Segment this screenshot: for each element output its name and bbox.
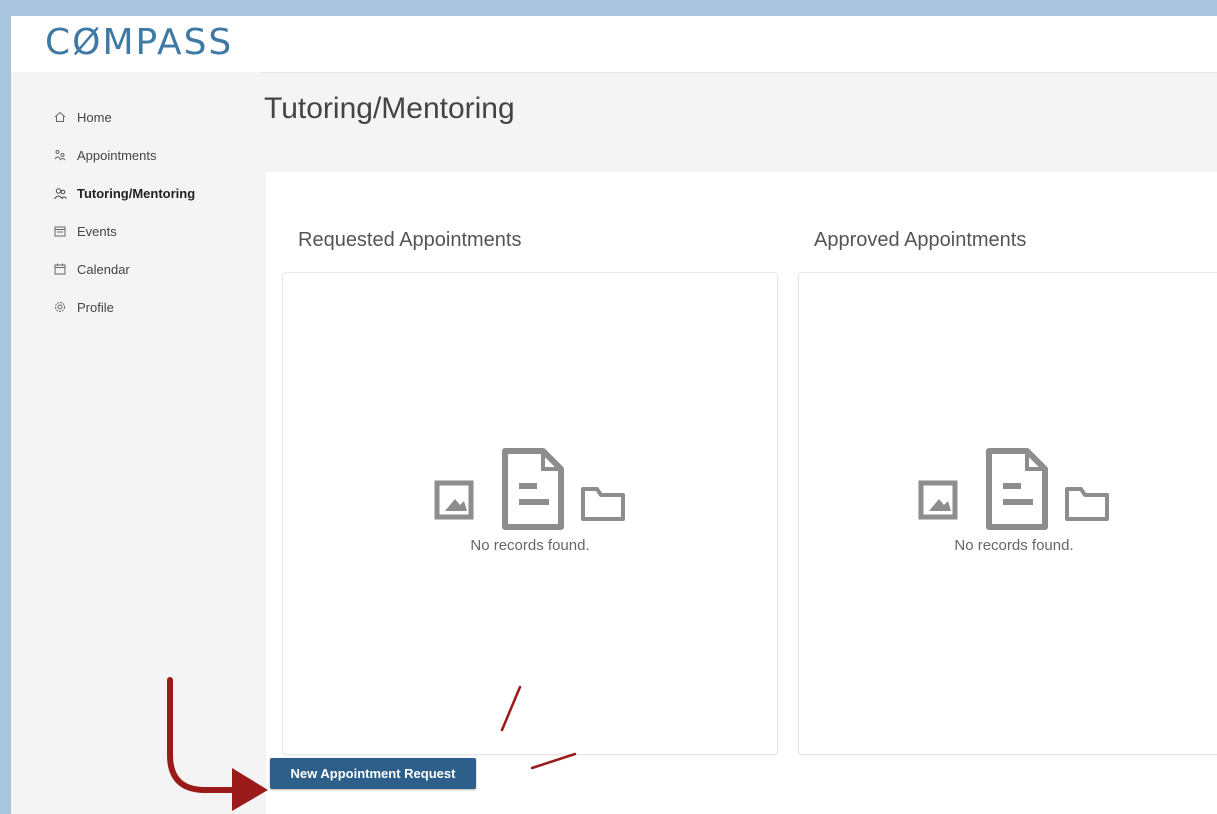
sidebar-item-appointments[interactable]: Appointments — [53, 146, 157, 164]
people-icon — [53, 186, 67, 200]
calendar-icon — [53, 262, 67, 276]
sidebar-item-events[interactable]: Events — [53, 222, 117, 240]
gear-icon — [53, 300, 67, 314]
empty-state-text: No records found. — [954, 537, 1074, 554]
approved-appointments-title: Approved Appointments — [814, 229, 1027, 251]
sidebar: Home Appointments Tutoring/Mentoring Eve… — [11, 72, 261, 814]
requested-appointments-title: Requested Appointments — [298, 229, 522, 251]
appointments-card: Requested Appointments Approved Appointm… — [266, 172, 1217, 814]
sidebar-item-profile[interactable]: Profile — [53, 298, 114, 316]
empty-state-text: No records found. — [470, 537, 590, 554]
approved-appointments-panel: No records found. — [798, 272, 1217, 755]
no-records-icon — [434, 448, 625, 530]
home-icon — [53, 110, 67, 124]
requested-appointments-panel: No records found. — [282, 272, 778, 755]
empty-state: No records found. — [283, 447, 777, 554]
no-records-icon — [918, 448, 1109, 530]
app-window: C Ø MPASS Home Appointments Tutoring/Mento… — [11, 16, 1217, 814]
compass-logo[interactable]: C Ø MPASS — [45, 20, 233, 64]
empty-state: No records found. — [799, 447, 1217, 554]
top-bar: C Ø MPASS — [11, 16, 1217, 73]
page-title: Tutoring/Mentoring — [264, 92, 515, 125]
event-icon — [53, 224, 67, 238]
sidebar-item-calendar[interactable]: Calendar — [53, 260, 130, 278]
sidebar-item-tutoring-mentoring[interactable]: Tutoring/Mentoring — [53, 184, 195, 202]
sidebar-item-home[interactable]: Home — [53, 108, 112, 126]
appointments-icon — [53, 148, 67, 162]
logo-compass-o: Ø — [72, 21, 103, 63]
new-appointment-request-button[interactable]: New Appointment Request — [270, 758, 476, 789]
